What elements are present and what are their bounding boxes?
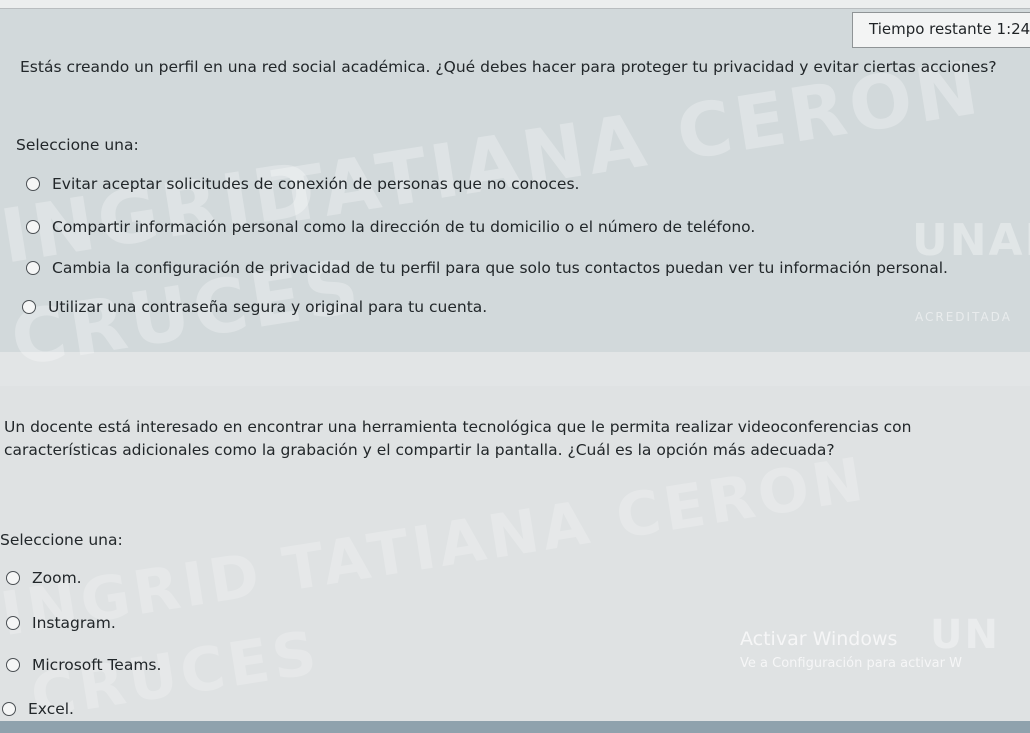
radio-button[interactable] xyxy=(2,702,16,716)
bottom-edge xyxy=(0,721,1030,733)
acreditada-text: ACREDITADA xyxy=(915,310,1012,324)
radio-button[interactable] xyxy=(6,571,20,585)
time-remaining-value: 1:24 xyxy=(996,20,1030,38)
option-label: Utilizar una contraseña segura y origina… xyxy=(48,298,488,316)
question-1-option-4[interactable]: Utilizar una contraseña segura y origina… xyxy=(22,298,487,316)
option-label: Zoom. xyxy=(32,569,82,587)
option-label: Instagram. xyxy=(32,614,116,632)
radio-button[interactable] xyxy=(26,177,40,191)
radio-button[interactable] xyxy=(6,658,20,672)
question-2-option-zoom[interactable]: Zoom. xyxy=(6,569,82,587)
option-label: Microsoft Teams. xyxy=(32,656,162,674)
option-label: Evitar aceptar solicitudes de conexión d… xyxy=(52,175,580,193)
question-2-text-line-1: Un docente está interesado en encontrar … xyxy=(4,418,912,436)
radio-button[interactable] xyxy=(26,220,40,234)
question-2-select-label: Seleccione una: xyxy=(0,531,123,549)
question-2-option-excel[interactable]: Excel. xyxy=(2,700,74,718)
question-2-text: Un docente está interesado en encontrar … xyxy=(4,416,1014,462)
radio-button[interactable] xyxy=(26,261,40,275)
option-label: Excel. xyxy=(28,700,74,718)
question-2-text-line-2: características adicionales como la grab… xyxy=(4,441,835,459)
question-1-option-2[interactable]: Compartir información personal como la d… xyxy=(26,218,755,236)
question-1-option-1[interactable]: Evitar aceptar solicitudes de conexión d… xyxy=(26,175,579,193)
radio-button[interactable] xyxy=(22,300,36,314)
time-remaining-box: Tiempo restante 1:24 xyxy=(852,12,1030,48)
option-label: Compartir información personal como la d… xyxy=(52,218,756,236)
question-separator xyxy=(0,352,1030,386)
question-1-select-label: Seleccione una: xyxy=(16,136,139,154)
question-2-option-teams[interactable]: Microsoft Teams. xyxy=(6,656,161,674)
radio-button[interactable] xyxy=(6,616,20,630)
question-1-option-3[interactable]: Cambia la configuración de privacidad de… xyxy=(26,259,948,277)
time-remaining-label: Tiempo restante xyxy=(869,20,992,38)
option-label: Cambia la configuración de privacidad de… xyxy=(52,259,948,277)
question-1-text: Estás creando un perfil en una red socia… xyxy=(20,58,997,76)
top-strip xyxy=(0,0,1030,9)
question-2-option-instagram[interactable]: Instagram. xyxy=(6,614,116,632)
